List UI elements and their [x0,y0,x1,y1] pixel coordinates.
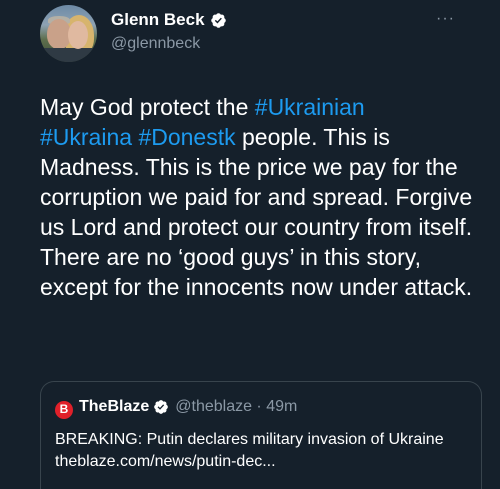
logo-letter: B [59,402,69,416]
avatar-shirts [40,48,97,62]
avatar-person-face [68,21,88,49]
author-avatar[interactable] [40,5,97,62]
tweet-card[interactable]: Glenn Beck @glennbeck ··· May God protec… [18,0,488,489]
author-name[interactable]: Glenn Beck [111,10,205,30]
tweet-text-part: May God protect the [40,94,255,120]
tweet-text: May God protect the #Ukrainian #Ukraina … [40,92,480,302]
quoted-tweet-text: BREAKING: Putin declares military invasi… [55,431,444,470]
verified-badge-icon [154,400,169,414]
hashtag-link[interactable]: #Donestk [138,124,235,150]
verified-badge-icon [210,12,226,28]
theblaze-logo-icon: B [55,401,73,419]
quoted-author-row: TheBlaze @theblaze · 49m [79,398,297,416]
hashtag-link[interactable]: #Ukrainian [255,94,365,120]
tweet-text-part: people. This is [235,124,390,150]
more-options-icon[interactable]: ··· [436,10,455,28]
quoted-author-name[interactable]: TheBlaze [79,398,149,416]
author-name-row: Glenn Beck [111,10,227,30]
quoted-tweet[interactable]: B TheBlaze @theblaze · 49m BREAKING: Put… [40,381,482,489]
tweet-text-part: Madness. This is the price we pay for th… [40,154,473,300]
hashtag-link[interactable]: #Ukraina [40,124,132,150]
quoted-handle-time[interactable]: @theblaze · 49m [175,398,297,416]
author-handle[interactable]: @glennbeck [111,35,200,53]
